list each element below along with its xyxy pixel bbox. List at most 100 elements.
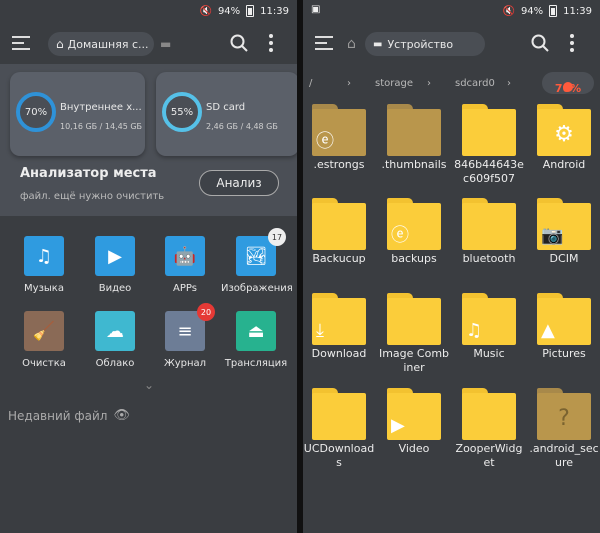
folder-icon: ⓔ	[312, 104, 366, 156]
image-notification-icon: ▣	[311, 4, 321, 15]
folder-name: Backucup	[312, 252, 366, 265]
path-storage[interactable]: storage	[375, 78, 413, 89]
es-logo-icon: ⓔ	[391, 225, 409, 246]
image-icon: 🏞 17	[236, 228, 286, 276]
folder-bluetooth[interactable]: bluetooth	[453, 198, 525, 266]
folder-name: Video	[398, 442, 430, 455]
chevron-down-icon[interactable]: ⌄	[144, 378, 154, 392]
folder-backucup[interactable]: Backucup	[303, 198, 375, 266]
eye-off-icon[interactable]: 👁	[113, 408, 130, 423]
folder-icon: ⚙	[537, 104, 591, 156]
analyzer-subtitle: файл. ещё нужно очистить	[20, 191, 165, 202]
folder-name: Pictures	[542, 347, 586, 360]
path-sdcard0[interactable]: sdcard0	[455, 78, 495, 89]
folder-name: UCDownloads	[303, 442, 375, 469]
category-label: Изображения	[221, 283, 293, 294]
category-log[interactable]: ≡ 20 Журнал	[150, 303, 220, 369]
folder-thumbnails[interactable]: .thumbnails	[378, 104, 450, 172]
internal-storage-card[interactable]: 70% Внутреннее х... 10,16 GБ / 14,45 GБ	[10, 72, 145, 156]
folder-name: .estrongs	[313, 158, 365, 171]
es-logo-icon: ⓔ	[316, 131, 334, 152]
folder-name: .android_secure	[529, 442, 599, 469]
path-root[interactable]: /	[309, 78, 312, 89]
category-video[interactable]: ▶ Видео	[80, 236, 150, 294]
folder-icon: ?	[537, 388, 591, 440]
category-images[interactable]: 🏞 17 Изображения	[221, 228, 293, 294]
folder-icon	[462, 104, 516, 156]
chevron-right-icon: ›	[347, 78, 351, 89]
device-tab-label: Устройство	[387, 37, 454, 51]
home-tab[interactable]: ⌂ Домашняя с...	[48, 32, 154, 56]
analyze-button[interactable]: Анализ	[199, 170, 279, 196]
category-music[interactable]: ♫ Музыка	[9, 236, 79, 294]
folder-icon	[387, 293, 441, 345]
folder-download[interactable]: ⤓ Download	[303, 293, 375, 361]
more-options-icon[interactable]	[569, 32, 575, 54]
sd-card-usage: 2,46 GБ / 4,48 GБ	[206, 122, 278, 131]
folder-name: Android	[542, 158, 586, 171]
internal-storage-label: Внутреннее х...	[60, 102, 142, 113]
folder-music[interactable]: ♫ Music	[453, 293, 525, 361]
battery-icon	[549, 5, 558, 17]
folder-dcim[interactable]: 📷 DCIM	[528, 198, 600, 266]
folder-icon: ⓔ	[387, 198, 441, 250]
images-badge: 17	[268, 228, 286, 246]
folder-ucdownloads[interactable]: UCDownloads	[303, 388, 375, 470]
chevron-right-icon: ›	[507, 78, 511, 89]
storage-usage-percent: 70%	[554, 82, 582, 95]
folder-zooperwidget[interactable]: ZooperWidget	[453, 388, 525, 470]
battery-percent: 94%	[520, 5, 544, 17]
status-bar: ▣ 🔇 94% 11:39	[303, 0, 600, 22]
category-label: APPs	[173, 283, 197, 294]
window-icon[interactable]: ▬	[160, 34, 171, 54]
category-label: Музыка	[24, 283, 64, 294]
folder-android[interactable]: ⚙ Android	[528, 104, 600, 172]
menu-icon[interactable]	[315, 34, 335, 52]
clock: 11:39	[563, 5, 592, 17]
sd-usage-ring: 55%	[162, 92, 202, 132]
android-icon: 🤖	[165, 236, 205, 276]
folder-pictures[interactable]: ▲ Pictures	[528, 293, 600, 361]
battery-percent: 94%	[217, 5, 241, 17]
folder-backups[interactable]: ⓔ backups	[378, 198, 450, 266]
category-label: Журнал	[163, 358, 207, 369]
category-label: Видео	[98, 283, 132, 294]
folder-estrongs[interactable]: ⓔ .estrongs	[303, 104, 375, 172]
category-label: Облако	[95, 358, 135, 369]
category-cast[interactable]: ⏏ Трансляция	[221, 311, 291, 369]
battery-icon	[246, 5, 255, 17]
category-apps[interactable]: 🤖 APPs	[150, 236, 220, 294]
folder-icon: ♫	[462, 293, 516, 345]
mute-icon: 🔇	[502, 5, 515, 17]
search-icon[interactable]	[230, 34, 248, 57]
internal-usage-ring: 70%	[16, 92, 56, 132]
recent-files-label: Недавний файл	[8, 408, 108, 423]
folder-name: Music	[473, 347, 505, 360]
category-cloud[interactable]: ☁ Облако	[80, 311, 150, 369]
menu-icon[interactable]	[12, 34, 32, 52]
more-options-icon[interactable]	[268, 32, 274, 54]
download-icon: ⤓	[316, 320, 324, 341]
folder-android-secure[interactable]: ? .android_secure	[528, 388, 600, 470]
home-icon[interactable]: ⌂	[347, 34, 356, 54]
sd-card-card[interactable]: 55% SD card 2,46 GБ / 4,48 GБ	[156, 72, 297, 156]
category-label: Трансляция	[224, 358, 288, 369]
folder-icon	[312, 198, 366, 250]
category-cleaner[interactable]: 🧹 Очистка	[9, 311, 79, 369]
camera-icon: 📷	[541, 225, 564, 246]
log-badge: 20	[197, 303, 215, 321]
recent-files-header[interactable]: Недавний файл 👁	[8, 408, 130, 423]
folder-image-combiner[interactable]: Image Combiner	[378, 293, 450, 375]
sd-card-label: SD card	[206, 102, 246, 113]
music-note-icon: ♫	[24, 236, 64, 276]
search-icon[interactable]	[531, 34, 549, 57]
device-pane: ▣ 🔇 94% 11:39 ⌂ ▬ Устройство / › storage…	[303, 0, 600, 533]
clock: 11:39	[260, 5, 289, 17]
folder-video[interactable]: ▶ Video	[378, 388, 450, 456]
device-tab[interactable]: ▬ Устройство	[365, 32, 485, 56]
folder-846b[interactable]: 846b44643ec609f507	[453, 104, 525, 186]
storage-usage-pill[interactable]: 70%	[542, 72, 594, 95]
video-icon: ▶	[95, 236, 135, 276]
folder-name: Download	[311, 347, 367, 360]
mute-icon: 🔇	[199, 5, 212, 17]
